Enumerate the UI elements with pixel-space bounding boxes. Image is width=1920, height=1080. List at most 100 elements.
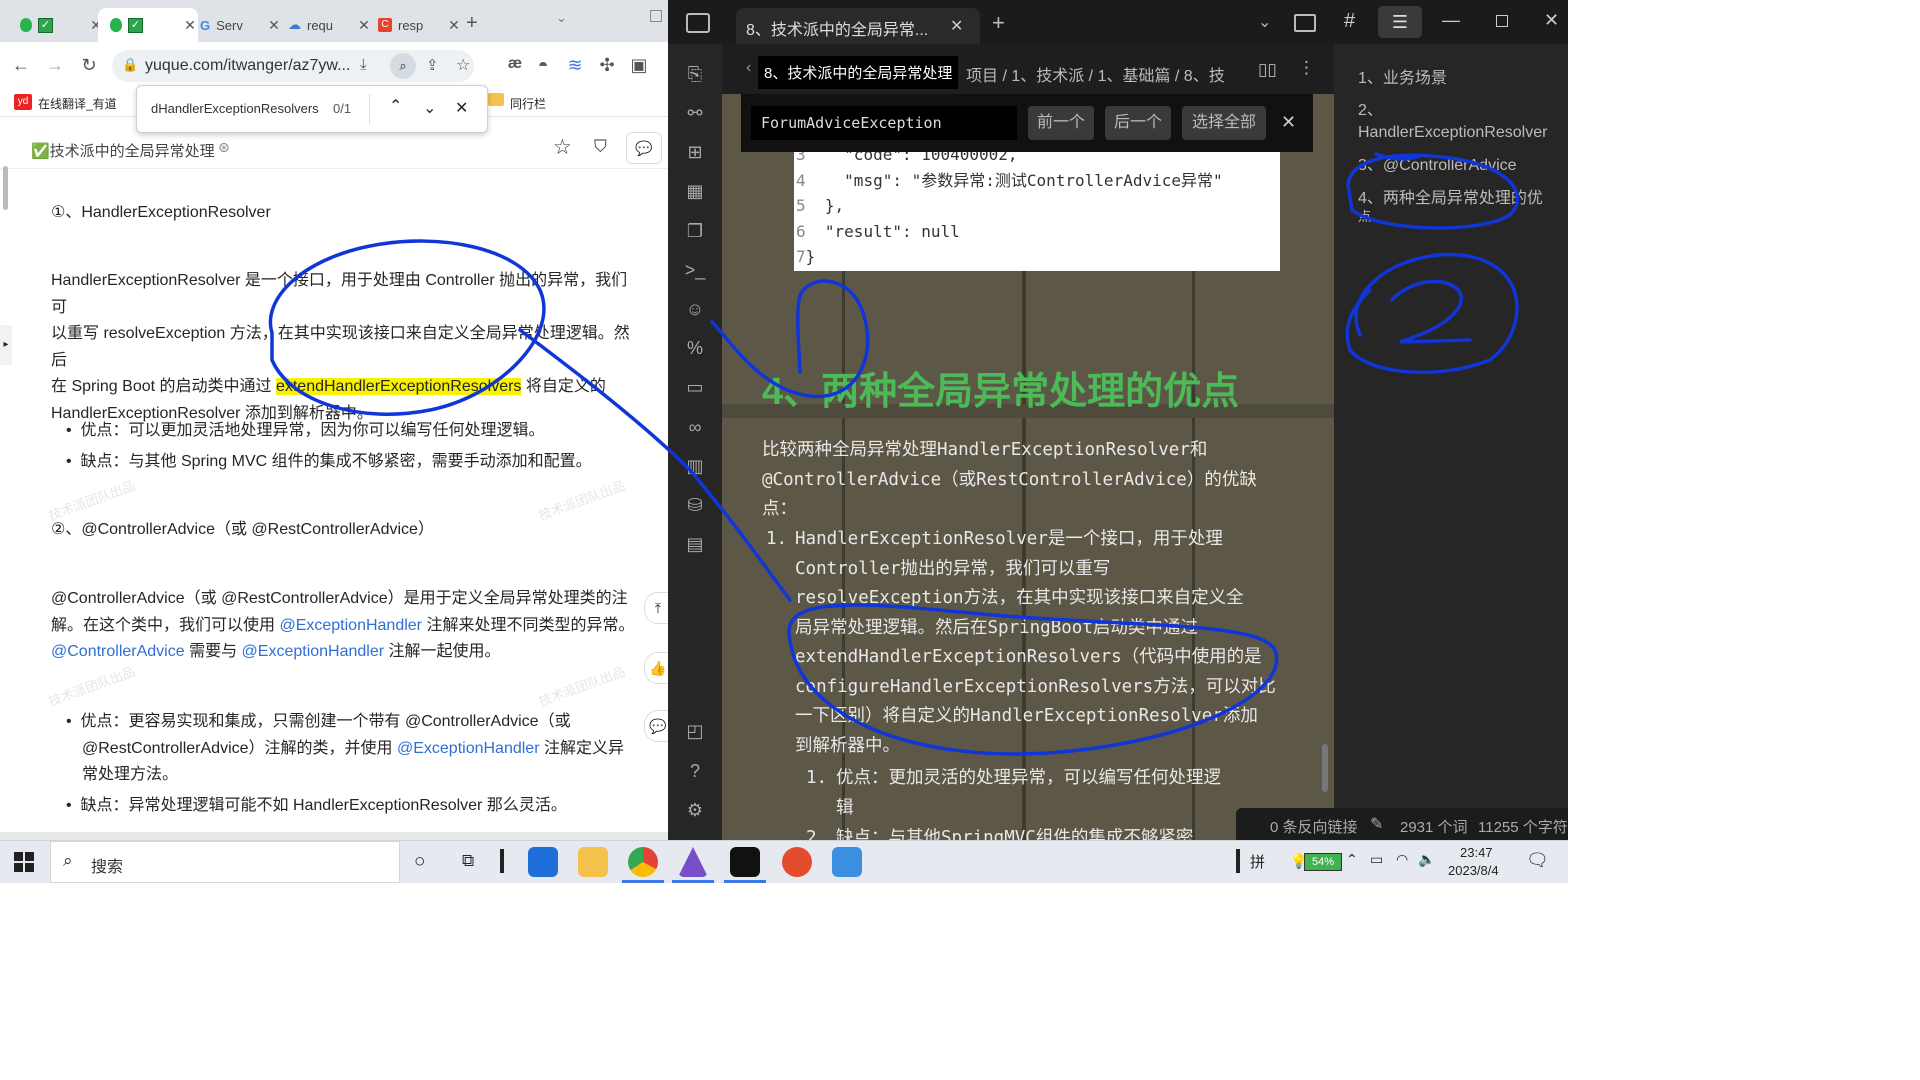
outline-item[interactable]: 3、@ControllerAdvice bbox=[1358, 155, 1564, 177]
vault-icon[interactable]: ◰ bbox=[684, 720, 706, 742]
editor-search-input[interactable]: ForumAdviceException bbox=[751, 106, 1017, 140]
ime-indicator[interactable]: 拼 bbox=[1250, 851, 1265, 872]
backlinks-count[interactable]: 0 条反向链接 bbox=[1270, 816, 1358, 837]
canvas-icon[interactable]: ⊞ bbox=[684, 141, 706, 163]
battery-icon[interactable]: ▭ bbox=[1370, 851, 1383, 868]
task-view-icon[interactable]: ⧉ bbox=[462, 851, 474, 871]
outline-item-cont[interactable]: HandlerExceptionResolver bbox=[1358, 122, 1564, 144]
back-icon[interactable]: ← bbox=[10, 55, 32, 76]
outline-icon[interactable]: ☰ bbox=[1378, 6, 1422, 38]
wifi-icon[interactable]: ◠ bbox=[1396, 851, 1408, 868]
find-next-button[interactable]: 后一个 bbox=[1105, 106, 1171, 140]
sidepanel-icon[interactable]: ▣ bbox=[628, 55, 650, 76]
file-explorer-icon[interactable] bbox=[578, 847, 608, 877]
book-icon[interactable]: ▭ bbox=[684, 376, 706, 398]
outline-item[interactable]: 4、两种全局异常处理的优 bbox=[1358, 188, 1564, 210]
close-tab-icon[interactable]: ✕ bbox=[950, 16, 963, 36]
terminal-icon[interactable]: >_ bbox=[684, 259, 706, 281]
minimize-icon[interactable]: — bbox=[1442, 10, 1460, 31]
outline-item[interactable]: 1、业务场景 bbox=[1358, 68, 1564, 90]
install-icon[interactable]: ⤓ bbox=[360, 56, 367, 73]
outline-item[interactable]: 2、 bbox=[1358, 100, 1564, 122]
cortana-icon[interactable]: ○ bbox=[414, 851, 425, 873]
find-previous-button[interactable]: 前一个 bbox=[1028, 106, 1094, 140]
browser-tab[interactable]: ✓ ✕ bbox=[10, 8, 104, 42]
link[interactable]: @ExceptionHandler bbox=[279, 617, 422, 634]
app-icon-swirl[interactable] bbox=[782, 847, 812, 877]
bookmark-star-icon[interactable]: ☆ bbox=[456, 55, 470, 75]
forward-icon[interactable]: → bbox=[44, 55, 66, 76]
link[interactable]: @ExceptionHandler bbox=[397, 740, 540, 757]
bookmark-youdao[interactable]: 在线翻译_有道 bbox=[38, 95, 117, 112]
comment-icon[interactable]: 💬 bbox=[626, 132, 662, 164]
browser-tab-active[interactable]: ✓ ✕ bbox=[98, 8, 198, 42]
comment-float-icon[interactable]: 💬 bbox=[644, 710, 668, 742]
present-icon[interactable]: ⛉ bbox=[594, 137, 607, 157]
extensions-puzzle-icon[interactable]: ✣ bbox=[596, 55, 618, 76]
tab-search-icon[interactable]: ⌄ bbox=[556, 10, 567, 26]
back-nav-icon[interactable]: ‹ bbox=[746, 59, 751, 77]
maximize-icon[interactable] bbox=[1496, 15, 1508, 27]
reload-icon[interactable]: ↻ bbox=[78, 55, 100, 76]
edit-pencil-icon[interactable]: ✎ bbox=[1370, 814, 1383, 834]
taskbar-search-box[interactable]: ⌕ 搜索 bbox=[50, 841, 400, 883]
extension-layers-icon[interactable]: ≋ bbox=[564, 55, 586, 76]
visibility-icon[interactable]: ⊛ bbox=[218, 139, 230, 156]
close-window-icon[interactable]: ✕ bbox=[1544, 10, 1559, 31]
address-bar[interactable]: 🔒 yuque.com/itwanger/az7yw... ⤓ ⌕ ⇪ ☆ bbox=[112, 50, 474, 82]
browser-tab[interactable]: ☁ requ ✕ bbox=[280, 8, 372, 42]
tray-chevron-icon[interactable]: ⌃ bbox=[1346, 851, 1358, 868]
copy-icon[interactable]: ❐ bbox=[684, 220, 706, 242]
template-icon[interactable]: % bbox=[684, 337, 706, 359]
browser-tab[interactable]: C resp ✕ bbox=[370, 8, 462, 42]
clock-date[interactable]: 2023/8/4 bbox=[1448, 863, 1499, 878]
database-icon[interactable]: ⛁ bbox=[684, 494, 706, 516]
volume-icon[interactable]: 🔈 bbox=[1418, 851, 1435, 868]
hashtag-icon[interactable]: # bbox=[1344, 10, 1355, 33]
obsidian-icon[interactable] bbox=[678, 847, 708, 877]
find-prev-icon[interactable]: ⌃ bbox=[389, 96, 402, 116]
back-to-top-icon[interactable]: ⤒ bbox=[644, 592, 668, 624]
browser-tab[interactable]: G Serv ✕ bbox=[192, 8, 282, 42]
select-all-button[interactable]: 选择全部 bbox=[1182, 106, 1266, 140]
bookmark-folder[interactable]: 同行栏 bbox=[510, 95, 546, 112]
settings-gear-icon[interactable]: ⚙ bbox=[684, 799, 706, 821]
app-icon-shield[interactable] bbox=[528, 847, 558, 877]
maximize-icon[interactable] bbox=[650, 10, 662, 22]
windows-start-icon[interactable] bbox=[14, 852, 34, 872]
new-tab-icon[interactable]: + bbox=[992, 10, 1005, 36]
close-search-icon[interactable]: ✕ bbox=[1281, 112, 1296, 133]
file-open-icon[interactable]: ⎘ bbox=[684, 63, 706, 85]
chart-icon[interactable]: ▥ bbox=[684, 455, 706, 477]
breadcrumb[interactable]: 项目 / 1、技术派 / 1、基础篇 / 8、技 bbox=[966, 62, 1225, 86]
intellij-icon[interactable] bbox=[730, 847, 760, 877]
battery-indicator[interactable]: 54% bbox=[1304, 853, 1342, 871]
close-icon[interactable]: ✕ bbox=[446, 17, 462, 34]
horizontal-scrollbar[interactable] bbox=[0, 832, 668, 840]
link[interactable]: @ExceptionHandler bbox=[242, 643, 385, 660]
notification-icon[interactable]: 🗨 bbox=[1526, 850, 1549, 871]
app-icon-blue[interactable] bbox=[832, 847, 862, 877]
expand-sidebar-icon[interactable]: ▸ bbox=[0, 325, 12, 365]
find-icon[interactable]: ⌕ bbox=[390, 53, 416, 79]
extension-shield-icon[interactable]: ◓ bbox=[532, 55, 554, 76]
sidebar-toggle-icon[interactable] bbox=[686, 13, 710, 33]
reading-view-icon[interactable]: ▯▯ bbox=[1258, 60, 1277, 80]
chrome-icon[interactable] bbox=[628, 847, 658, 877]
obsidian-tab-active[interactable]: 8、技术派中的全局异常... ✕ bbox=[736, 8, 980, 44]
glasses-icon[interactable]: ∞ bbox=[684, 416, 706, 438]
share-icon[interactable]: ⇪ bbox=[426, 56, 439, 74]
new-tab-button[interactable]: + bbox=[466, 12, 478, 35]
find-input[interactable]: dHandlerExceptionResolvers bbox=[151, 101, 319, 116]
find-close-icon[interactable]: ✕ bbox=[455, 98, 468, 118]
table-icon[interactable]: ▤ bbox=[684, 533, 706, 555]
link[interactable]: @ControllerAdvice bbox=[51, 643, 185, 660]
outline-item-cont[interactable]: 点 bbox=[1358, 210, 1564, 224]
find-next-icon[interactable]: ⌄ bbox=[423, 98, 436, 118]
smile-icon[interactable]: ☺ bbox=[684, 298, 706, 320]
star-icon[interactable]: ☆ bbox=[553, 135, 572, 160]
help-icon[interactable]: ? bbox=[684, 760, 706, 782]
graph-icon[interactable]: ⚯ bbox=[684, 102, 706, 124]
url-text[interactable]: yuque.com/itwanger/az7yw... bbox=[145, 57, 350, 75]
calendar-icon[interactable]: ▦ bbox=[684, 180, 706, 202]
